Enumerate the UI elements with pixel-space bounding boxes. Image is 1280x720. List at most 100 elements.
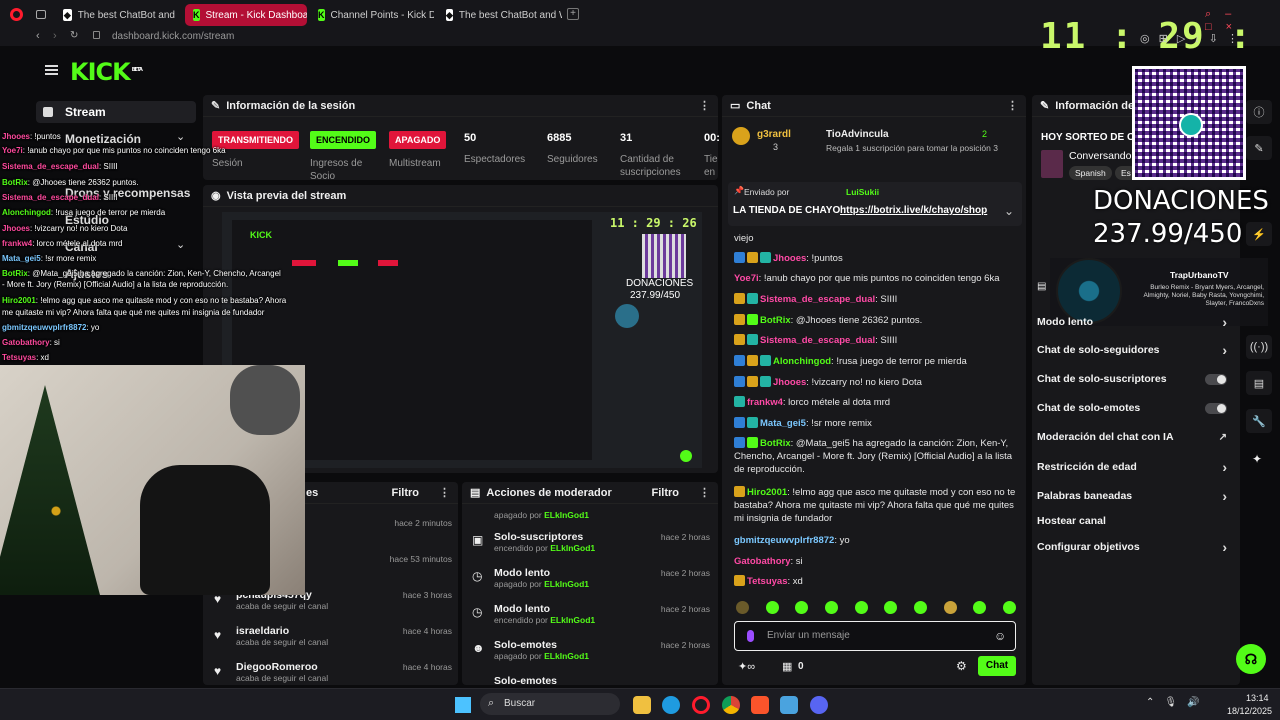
storage-tool-button[interactable]: ▤ [1246,371,1272,395]
more-options-icon[interactable]: ⋮ [439,486,450,499]
gear-icon[interactable]: ⚙ [956,659,967,673]
badge-icon [734,376,745,387]
sparkle-icon[interactable]: ✦ [1252,452,1262,466]
chevron-right-icon: › [1222,342,1227,358]
emote-icon[interactable] [824,601,838,614]
bot-icon: ◆ [446,9,453,21]
more-options-icon[interactable]: ⋮ [1007,99,1018,112]
more-options-icon[interactable]: ⋮ [699,99,710,112]
browser-toolbar-icons[interactable]: ◎⊞▷↓⇩⋮ [1140,32,1247,45]
url-field[interactable]: dashboard.kick.com/stream [112,31,234,42]
chat-username[interactable]: Sistema_de_escape_dual [760,335,875,346]
emote-icon[interactable] [913,601,927,614]
status-badge-socio[interactable]: ENCENDIDO [310,131,377,149]
send-chat-button[interactable]: Chat [978,656,1016,676]
emote-bar[interactable] [736,601,1016,615]
reload-icon[interactable]: ↻ [70,30,78,41]
opera-icon[interactable] [692,696,710,714]
setting-palabras-baneadas[interactable]: Palabras baneadas › [1037,488,1227,504]
status-badge-multistream[interactable]: APAGADO [389,131,447,149]
info-tool-button[interactable]: ⓘ [1246,100,1272,124]
chat-username[interactable]: frankw4 [747,397,783,408]
system-tray-icons[interactable]: ⌃🎙🔊 [1146,697,1210,708]
chat-username[interactable]: gbmitzqeuwvplrfr8872 [734,535,834,546]
emote-icon[interactable] [973,601,987,614]
wrench-tool-button[interactable]: 🔧 [1246,409,1272,433]
emoji-picker-icon[interactable]: ☺ [994,629,1006,643]
category-name[interactable]: Conversando [1069,150,1131,162]
chrome-icon[interactable] [722,696,740,714]
wrench-icon: ✎ [1040,100,1050,112]
broadcast-tool-button[interactable]: ((·)) [1246,335,1272,359]
windows-start-icon[interactable] [455,697,471,713]
activity-filter[interactable]: Filtro [392,487,420,499]
tab-chatbot-1[interactable]: ◆ The best ChatBot and [55,4,183,26]
setting-moderacion-ia[interactable]: Moderación del chat con IA ↗ [1037,431,1227,443]
notepad-icon[interactable] [780,696,798,714]
emote-icon[interactable] [1002,601,1016,614]
chat-username[interactable]: Mata_gei5 [760,418,806,429]
overlay-text: : si [49,338,60,347]
bolt-tool-button[interactable]: ⚡ [1246,222,1272,246]
emote-icon[interactable] [884,601,898,614]
leader2-name[interactable]: TioAdvincula [826,129,889,140]
tag-spanish[interactable]: Spanish [1069,166,1112,180]
help-support-button[interactable]: ☊ [1236,644,1266,674]
tab-channel-points[interactable]: K Channel Points - Kick Da [310,4,434,26]
mod-actions-filter[interactable]: Filtro [652,487,680,499]
chat-username[interactable]: Sistema_de_escape_dual [760,294,875,305]
hamburger-menu-icon[interactable] [45,65,58,75]
back-icon[interactable]: ‹ [36,30,40,42]
chat-username[interactable]: BotRix [760,438,791,449]
chat-username[interactable]: Gatobathory [734,556,790,567]
edge-icon[interactable] [662,696,680,714]
discord-icon[interactable] [810,696,828,714]
follow-time: hace 4 horas [402,662,452,672]
solo-emotes-toggle[interactable] [1205,402,1227,414]
file-explorer-icon[interactable] [633,696,651,714]
chat-username[interactable]: BotRix [760,315,791,326]
setting-restriccion-edad[interactable]: Restricción de edad › [1037,459,1227,475]
emote-icon[interactable] [736,601,749,614]
setting-solo-seguidores[interactable]: Chat de solo-seguidores › [1037,342,1227,358]
emote-icon[interactable] [943,601,957,614]
chat-username[interactable]: Jhooes [773,377,806,388]
edit-tool-button[interactable]: ✎ [1246,136,1272,160]
forward-icon[interactable]: › [53,30,57,42]
more-options-icon[interactable]: ⋮ [699,486,710,499]
kick-logo[interactable]: KICK BETA [70,58,143,86]
opera-logo-icon[interactable] [10,8,23,21]
setting-modo-lento[interactable]: Modo lento › [1037,314,1227,330]
pinned-link[interactable]: https://botrix.live/k/chayo/shop [840,205,987,216]
emote-icon[interactable] [765,601,779,614]
chat-username[interactable]: Hiro2001 [747,487,787,498]
chat-input[interactable]: Enviar un mensaje ☺ [734,621,1016,651]
leader1-name[interactable]: g3rardl [757,129,791,140]
chat-username[interactable]: Yoe7i [734,273,759,284]
chat-username[interactable]: Tetsuyas [747,576,787,587]
new-tab-button[interactable]: + [567,8,579,20]
solo-suscriptores-toggle[interactable] [1205,373,1227,385]
brave-icon[interactable] [751,696,769,714]
chat-username[interactable]: Alonchingod [773,356,831,367]
chevron-right-icon: › [1222,539,1227,555]
setting-hostear-canal[interactable]: Hostear canal [1037,515,1227,527]
tab-search-icon[interactable] [36,10,46,19]
chat-pinned[interactable]: 📌 Enviado por LuiSukii LA TIENDA DE CHAY… [728,182,1022,226]
setting-configurar-objetivos[interactable]: Configurar objetivos › [1037,539,1227,555]
emote-icon[interactable] [795,601,809,614]
taskbar-search[interactable]: ⌕ Buscar [480,693,620,715]
sparkle-icon[interactable]: ✦∞ [738,660,755,673]
sidebar-item-stream[interactable]: Stream [36,101,196,123]
microphone-icon[interactable] [747,630,754,642]
emote-icon[interactable] [854,601,868,614]
setting-label: Modo lento [1037,316,1093,328]
chat-username[interactable]: Jhooes [773,253,806,264]
chevron-down-icon[interactable]: ⌄ [1004,204,1014,218]
mod-user: ELkInGod1 [544,651,589,661]
setting-solo-emotes[interactable]: Chat de solo-emotes [1037,402,1227,414]
overlay-user: Mata_gei5 [2,254,41,263]
tab-chatbot-2[interactable]: ◆ The best ChatBot and Wi [438,4,562,26]
setting-solo-suscriptores[interactable]: Chat de solo-suscriptores [1037,373,1227,385]
tab-kick-dashboard[interactable]: K Stream - Kick Dashboard [185,4,307,26]
